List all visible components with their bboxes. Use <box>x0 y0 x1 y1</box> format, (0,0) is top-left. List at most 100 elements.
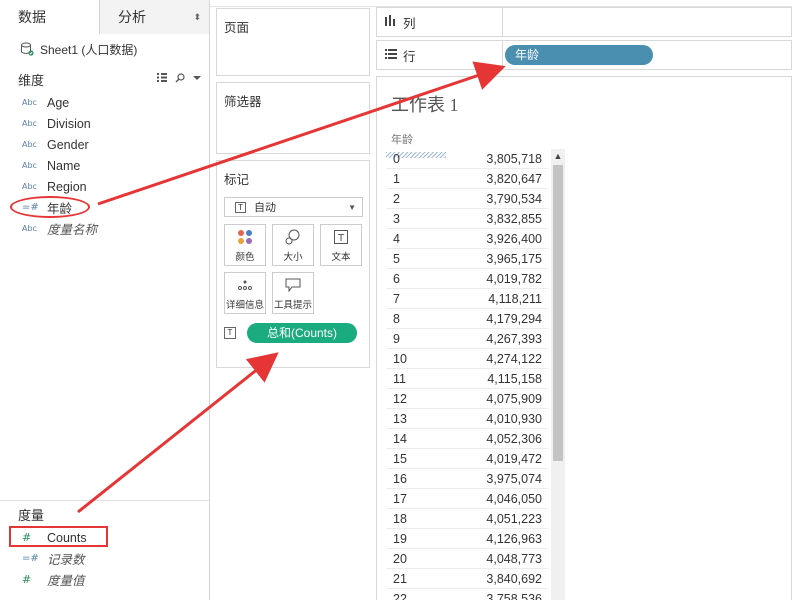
table-row[interactable]: 9 4,267,393 <box>386 329 548 349</box>
table-row[interactable]: 16 3,975,074 <box>386 469 548 489</box>
table-row[interactable]: 22 3,758,536 <box>386 589 548 600</box>
color-dots-icon <box>225 225 265 249</box>
scroll-up-icon[interactable]: ▲ <box>551 149 565 163</box>
row-age-cell: 1 <box>393 171 400 186</box>
rows-shelf-label: 行 <box>377 41 503 69</box>
cards-column: 页面 筛选器 标记 T 自动 ▼ 颜色 大小 T 文本 详细信息 工具提示 T … <box>216 8 370 374</box>
text-button[interactable]: T 文本 <box>320 224 362 266</box>
text-mark-icon: T <box>235 201 246 213</box>
row-count-cell: 4,051,223 <box>486 511 542 526</box>
dimension-field-measure-names[interactable]: Abc 度量名称 <box>0 218 209 239</box>
row-count-cell: 3,820,647 <box>486 171 542 186</box>
row-age-cell: 6 <box>393 271 400 286</box>
string-type-icon: Abc <box>22 182 37 191</box>
dimension-field-age[interactable]: Abc Age <box>0 92 209 113</box>
marks-card-title: 标记 <box>224 173 250 187</box>
table-row[interactable]: 2 3,790,534 <box>386 189 548 209</box>
row-count-cell: 4,118,211 <box>488 291 542 306</box>
number-type-icon: =# <box>22 553 39 564</box>
string-type-icon: Abc <box>22 119 37 128</box>
row-count-cell: 4,115,158 <box>487 371 542 386</box>
datasource-item[interactable]: Sheet1 (人口数据) <box>0 34 209 64</box>
row-count-cell: 4,274,122 <box>486 351 542 366</box>
table-row[interactable]: 0 3,805,718 <box>386 149 548 169</box>
string-type-icon: Abc <box>22 98 37 107</box>
string-type-icon: Abc <box>22 140 37 149</box>
sort-icon[interactable]: ⬍ <box>193 0 201 34</box>
table-row[interactable]: 1 3,820,647 <box>386 169 548 189</box>
columns-shelf[interactable]: 列 <box>376 7 792 37</box>
table-row[interactable]: 6 4,019,782 <box>386 269 548 289</box>
table-row[interactable]: 3 3,832,855 <box>386 209 548 229</box>
row-age-cell: 4 <box>393 231 400 246</box>
field-label: Name <box>47 158 81 173</box>
row-count-cell: 3,790,534 <box>486 191 542 206</box>
vertical-scrollbar[interactable]: ▲ <box>551 149 565 600</box>
row-age-cell: 20 <box>393 551 407 566</box>
dropdown-icon[interactable] <box>193 73 201 86</box>
row-age-cell: 5 <box>393 251 400 266</box>
rows-shelf[interactable]: 行 年龄 <box>376 40 792 70</box>
table-row[interactable]: 14 4,052,306 <box>386 429 548 449</box>
table-row[interactable]: 11 4,115,158 <box>386 369 548 389</box>
size-button[interactable]: 大小 <box>272 224 314 266</box>
row-age-cell: 7 <box>393 291 400 306</box>
table-row[interactable]: 21 3,840,692 <box>386 569 548 589</box>
table-row[interactable]: 15 4,019,472 <box>386 449 548 469</box>
grid-view-icon[interactable] <box>157 72 167 86</box>
field-label: Region <box>47 179 87 194</box>
dimension-field-name[interactable]: Abc Name <box>0 155 209 176</box>
table-row[interactable]: 18 4,051,223 <box>386 509 548 529</box>
row-count-cell: 4,048,773 <box>486 551 542 566</box>
sum-counts-pill[interactable]: 总和(Counts) <box>247 323 357 343</box>
table-row[interactable]: 4 3,926,400 <box>386 229 548 249</box>
data-pane-tabs: 数据 分析 ⬍ <box>0 0 209 34</box>
row-age-cell: 18 <box>393 511 407 526</box>
tooltip-button[interactable]: 工具提示 <box>272 272 314 314</box>
table-row[interactable]: 17 4,046,050 <box>386 489 548 509</box>
table-row[interactable]: 20 4,048,773 <box>386 549 548 569</box>
tab-data[interactable]: 数据 <box>0 0 100 34</box>
table-row[interactable]: 12 4,075,909 <box>386 389 548 409</box>
row-age-cell: 3 <box>393 211 400 226</box>
table-row[interactable]: 13 4,010,930 <box>386 409 548 429</box>
row-count-cell: 4,010,930 <box>486 411 542 426</box>
table-row[interactable]: 5 3,965,175 <box>386 249 548 269</box>
mark-type-value: 自动 <box>254 202 276 214</box>
row-count-cell: 4,179,294 <box>486 311 542 326</box>
row-count-cell: 3,840,692 <box>486 571 542 586</box>
row-age-cell: 15 <box>393 451 407 466</box>
row-age-cell: 22 <box>393 591 407 600</box>
color-button[interactable]: 颜色 <box>224 224 266 266</box>
dimensions-header: 维度 <box>0 66 209 92</box>
tooltip-bubble-icon <box>273 273 313 297</box>
pages-card[interactable]: 页面 <box>216 8 370 76</box>
measure-field-record-count[interactable]: =# 记录数 <box>0 548 209 569</box>
age-row-pill[interactable]: 年龄 <box>505 45 653 65</box>
table-row[interactable]: 10 4,274,122 <box>386 349 548 369</box>
search-icon[interactable] <box>175 72 185 86</box>
dimension-field-region[interactable]: Abc Region <box>0 176 209 197</box>
dimension-field-division[interactable]: Abc Division <box>0 113 209 134</box>
row-age-cell: 12 <box>393 391 407 406</box>
dimension-field-gender[interactable]: Abc Gender <box>0 134 209 155</box>
row-age-cell: 14 <box>393 431 407 446</box>
table-row[interactable]: 7 4,118,211 <box>386 289 548 309</box>
row-age-cell: 8 <box>393 311 400 326</box>
table-row[interactable]: 8 4,179,294 <box>386 309 548 329</box>
row-count-cell: 4,019,782 <box>486 271 542 286</box>
row-count-cell: 3,758,536 <box>486 591 542 600</box>
row-age-cell: 21 <box>393 571 407 586</box>
detail-button[interactable]: 详细信息 <box>224 272 266 314</box>
mark-type-dropdown[interactable]: T 自动 ▼ <box>224 197 363 217</box>
field-label: 度量值 <box>47 574 85 588</box>
scrollbar-thumb[interactable] <box>553 165 563 461</box>
field-label: Division <box>47 116 91 131</box>
table-row[interactable]: 19 4,126,963 <box>386 529 548 549</box>
tab-analysis[interactable]: 分析 ⬍ <box>100 0 209 34</box>
size-icon <box>273 225 313 249</box>
highlight-oval-age-field <box>10 196 90 218</box>
field-label: Age <box>47 95 70 110</box>
measure-field-measure-values[interactable]: # 度量值 <box>0 569 209 590</box>
filters-card[interactable]: 筛选器 <box>216 82 370 154</box>
